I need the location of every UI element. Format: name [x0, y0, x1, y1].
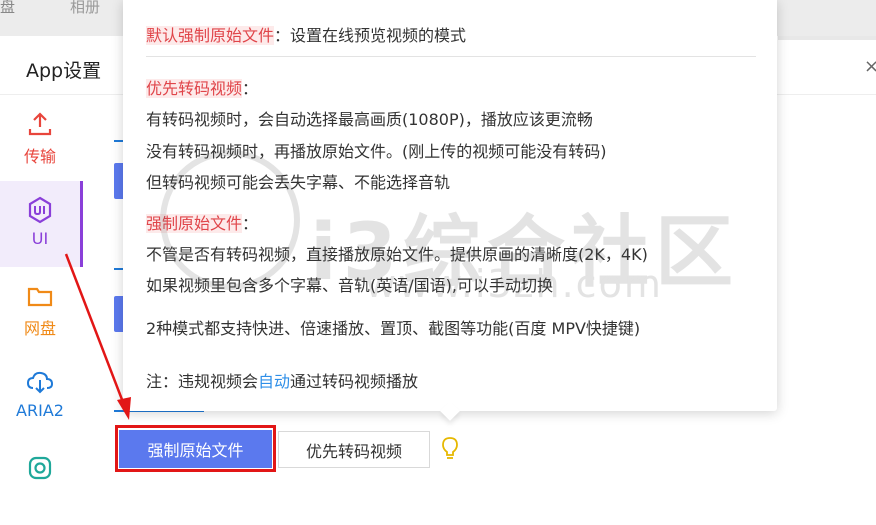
tab-album[interactable]: 相册 — [70, 0, 100, 17]
prefer-transcode-button[interactable]: 优先转码视频 — [278, 431, 430, 468]
popover-note: 注：违规视频会自动通过转码视频播放 — [146, 368, 418, 392]
popover-text: 没有转码视频时，再播放原始文件。(刚上传的视频可能没有转码) — [146, 142, 607, 161]
settings-title: App设置 — [26, 60, 102, 82]
popover-text: 2种模式都支持快进、倍速播放、置顶、截图等功能(百度 MPV快捷键) — [146, 319, 641, 338]
prefer-transcode-label: 优先转码视频 — [146, 79, 243, 98]
sidebar-item-label: 网盘 — [23, 319, 56, 338]
force-original-button[interactable]: 强制原始文件 — [119, 430, 272, 468]
note-text: 注：违规视频会 — [146, 372, 259, 391]
sidebar-item-aria2[interactable]: ARIA2 — [0, 353, 80, 439]
popover-line-default: 默认强制原始文件：设置在线预览视频的模式 — [146, 22, 466, 46]
ui-icon — [28, 196, 52, 224]
help-popover: 默认强制原始文件：设置在线预览视频的模式 优先转码视频： 有转码视频时，会自动选… — [123, 0, 777, 411]
default-mode-label: 默认强制原始文件 — [146, 26, 275, 45]
upload-icon — [28, 112, 52, 136]
sidebar-item-label: UI — [31, 229, 49, 248]
camera-icon — [28, 456, 52, 480]
cloud-download-icon — [26, 371, 54, 394]
sidebar-item-ui[interactable]: UI — [0, 181, 83, 267]
note-text: 通过转码视频播放 — [290, 372, 419, 391]
sidebar-item-disk[interactable]: 网盘 — [0, 267, 80, 353]
popover-text: 如果视频里包含多个字幕、音轨(英语/国语),可以手动切换 — [146, 276, 553, 295]
colon: ： — [242, 79, 259, 98]
close-icon[interactable]: × — [864, 56, 876, 77]
sidebar-item-more[interactable] — [0, 439, 80, 525]
settings-sidebar: 传输 UI 网盘 ARIA2 — [0, 95, 83, 480]
popover-text: 不管是否有转码视频，直接播放原始文件。提供原画的清晰度(2K，4K) — [146, 245, 648, 264]
folder-icon — [27, 287, 53, 307]
popover-divider — [146, 56, 756, 57]
note-auto-link: 自动 — [258, 372, 291, 391]
sidebar-item-label: ARIA2 — [16, 401, 64, 420]
tab-disk[interactable]: 盘 — [0, 0, 15, 17]
lightbulb-icon[interactable] — [440, 436, 460, 462]
sidebar-item-label: 传输 — [23, 147, 56, 166]
sidebar-item-transfer[interactable]: 传输 — [0, 95, 80, 181]
colon: ： — [242, 214, 259, 233]
default-mode-text: ：设置在线预览视频的模式 — [274, 26, 467, 45]
popover-text: 有转码视频时，会自动选择最高画质(1080P)，播放应该更流畅 — [146, 110, 593, 129]
force-original-label: 强制原始文件 — [146, 214, 243, 233]
popover-text: 但转码视频可能会丢失字幕、不能选择音轨 — [146, 173, 451, 192]
popover-section-title: 优先转码视频： — [146, 75, 258, 99]
popover-section-title: 强制原始文件： — [146, 210, 258, 234]
